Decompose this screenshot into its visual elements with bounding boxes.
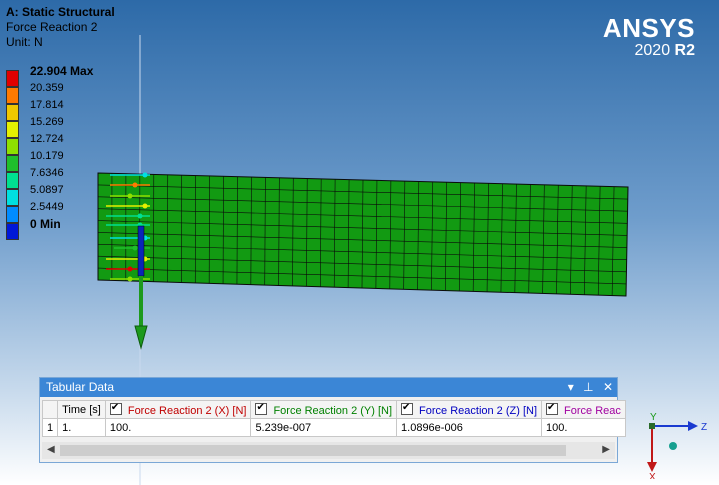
scrollbar-thumb[interactable] [60, 445, 566, 456]
table-cell[interactable]: 1. [57, 418, 106, 437]
column-checkbox[interactable] [546, 402, 559, 415]
column-checkbox[interactable] [109, 402, 122, 415]
nodal-reaction-marker [142, 203, 148, 209]
nodal-reaction-marker [132, 182, 138, 188]
column-header-fz[interactable]: Force Reaction 2 (Z) [N] [396, 400, 543, 419]
isometric-view-icon [669, 442, 677, 450]
column-checkbox[interactable] [255, 402, 268, 415]
scroll-right-icon[interactable]: ▶ [602, 444, 610, 455]
column-header-label: Force Reaction 2 (X) [N] [127, 404, 247, 417]
column-header-label: Force Reaction 2 (Y) [N] [273, 404, 393, 417]
table-header-row: Time [s] Force Reaction 2 (X) [N] Force … [41, 400, 626, 419]
table-cell[interactable]: 100. [104, 418, 252, 437]
column-header-label: Time [s] [62, 403, 101, 416]
column-checkbox[interactable] [401, 402, 414, 415]
nodal-reaction-marker [127, 276, 133, 282]
nodal-reaction-marker [142, 172, 148, 178]
graphics-viewport[interactable]: A: Static Structural Force Reaction 2 Un… [0, 0, 719, 485]
column-header-time[interactable]: Time [s] [57, 400, 106, 419]
axis-triad[interactable]: Y Z X [636, 404, 716, 479]
reaction-probe-edge [137, 225, 145, 277]
reaction-arrow-head [134, 325, 148, 350]
dropdown-icon[interactable]: ▾ [568, 380, 574, 394]
row-number-header [41, 400, 59, 419]
table-cell[interactable]: 100. [541, 418, 626, 437]
horizontal-scrollbar[interactable]: ◀ ▶ [42, 442, 615, 459]
table-row[interactable]: 1 1. 100. 5.239e-007 1.0896e-006 100. [41, 418, 626, 437]
tabular-data-table: Time [s] Force Reaction 2 (X) [N] Force … [41, 400, 626, 437]
column-header-ftotal[interactable]: Force Reac [541, 400, 626, 419]
tabular-data-title: Tabular Data [46, 380, 115, 394]
nodal-reaction-marker [127, 193, 133, 199]
z-axis-label: Z [701, 422, 707, 433]
nodal-reaction-marker [137, 213, 143, 219]
triad-origin [649, 423, 655, 429]
z-axis-arrow [688, 421, 698, 431]
scroll-left-icon[interactable]: ◀ [47, 444, 55, 455]
column-header-label: Force Reaction 2 (Z) [N] [419, 404, 538, 417]
x-axis-arrow [647, 462, 657, 472]
nodal-reaction-marker [132, 245, 138, 251]
pin-icon[interactable]: ⊥ [583, 380, 593, 394]
close-icon[interactable]: ✕ [603, 380, 613, 394]
x-axis-label: X [649, 472, 656, 479]
tabular-data-titlebar: Tabular Data ▾ ⊥ ✕ [40, 378, 617, 397]
mesh-body [97, 172, 629, 297]
y-axis-label: Y [650, 412, 657, 423]
column-header-fx[interactable]: Force Reaction 2 (X) [N] [104, 400, 252, 419]
column-header-fy[interactable]: Force Reaction 2 (Y) [N] [250, 400, 398, 419]
tabular-data-panel: Tabular Data ▾ ⊥ ✕ Time [s] Force Reacti… [39, 377, 626, 463]
row-number: 1 [41, 418, 59, 437]
titlebar-buttons: ▾ ⊥ ✕ [562, 378, 613, 397]
column-header-label: Force Reac [564, 404, 621, 417]
table-cell[interactable]: 1.0896e-006 [396, 418, 543, 437]
nodal-reaction-marker [127, 266, 133, 272]
table-cell[interactable]: 5.239e-007 [250, 418, 398, 437]
